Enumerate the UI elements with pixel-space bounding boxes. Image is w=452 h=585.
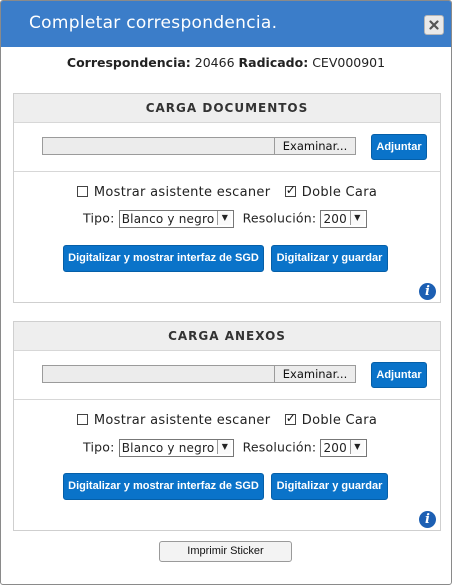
documentos-show-scanner-label: Mostrar asistente escaner — [93, 185, 271, 200]
chevron-down-icon: ▼ — [217, 440, 232, 454]
anexos-show-scanner-checkbox[interactable] — [76, 414, 88, 425]
correspondencia-value: 20466 — [194, 55, 235, 70]
anexos-browse-button[interactable]: Examinar... — [274, 365, 356, 383]
radicado-label: Radicado: — [238, 55, 309, 70]
documentos-panel: CARGA DOCUMENTOS Examinar... Adjuntar Mo… — [13, 93, 441, 303]
anexos-panel: CARGA ANEXOS Examinar... Adjuntar Mostra… — [13, 321, 441, 531]
anexos-show-scanner-label: Mostrar asistente escaner — [93, 413, 271, 428]
documentos-file-input[interactable] — [42, 137, 276, 155]
radicado-value: CEV000901 — [312, 55, 386, 70]
documentos-tipo-select[interactable]: Blanco y negro ▼ — [118, 210, 235, 228]
dialog: Completar correspondencia. Correspondenc… — [0, 0, 452, 585]
documentos-tipo-value: Blanco y negro — [121, 212, 215, 226]
documentos-scan-save-button[interactable]: Digitalizar y guardar — [271, 245, 388, 272]
documentos-resolucion-value: 200 — [323, 212, 347, 226]
documentos-browse-button[interactable]: Examinar... — [274, 137, 356, 155]
documentos-header: CARGA DOCUMENTOS — [14, 94, 440, 123]
anexos-tipo-label: Tipo: — [83, 439, 115, 455]
documentos-scan-show-button[interactable]: Digitalizar y mostrar interfaz de SGD — [63, 245, 264, 272]
documentos-resolucion-label: Resolución: — [242, 210, 317, 226]
anexos-resolucion-select[interactable]: 200 ▼ — [320, 439, 367, 457]
anexos-tipo-value: Blanco y negro — [121, 441, 215, 455]
anexos-resolucion-value: 200 — [323, 441, 347, 455]
anexos-settings-row: Tipo: Blanco y negro ▼ Resolución: 200 ▼ — [14, 439, 440, 457]
anexos-scan-show-button[interactable]: Digitalizar y mostrar interfaz de SGD — [63, 473, 264, 500]
anexos-info-icon[interactable]: i — [419, 511, 436, 528]
documentos-tipo-label: Tipo: — [83, 210, 115, 226]
chevron-down-icon: ▼ — [349, 440, 364, 454]
dialog-titlebar[interactable]: Completar correspondencia. — [1, 1, 451, 47]
print-sticker-button[interactable]: Imprimir Sticker — [159, 541, 292, 562]
dialog-title: Completar correspondencia. — [29, 13, 278, 33]
documentos-show-scanner-checkbox[interactable] — [76, 186, 88, 197]
anexos-double-side-checkbox[interactable] — [284, 411, 296, 425]
anexos-attach-button[interactable]: Adjuntar — [371, 362, 427, 388]
anexos-options-row: Mostrar asistente escaner Doble Cara — [14, 411, 440, 428]
anexos-tipo-select[interactable]: Blanco y negro ▼ — [118, 439, 235, 457]
documentos-attach-button[interactable]: Adjuntar — [371, 134, 427, 160]
close-button[interactable] — [424, 15, 444, 35]
anexos-divider — [14, 399, 440, 400]
close-icon — [429, 20, 439, 30]
documentos-double-side-label: Doble Cara — [301, 185, 378, 200]
chevron-down-icon: ▼ — [217, 211, 232, 225]
documentos-options-row: Mostrar asistente escaner Doble Cara — [14, 183, 440, 200]
documentos-divider — [14, 171, 440, 172]
anexos-file-input[interactable] — [42, 365, 276, 383]
chevron-down-icon: ▼ — [349, 211, 364, 225]
correspondencia-label: Correspondencia: — [66, 55, 191, 70]
documentos-double-side-checkbox[interactable] — [284, 183, 296, 197]
documentos-settings-row: Tipo: Blanco y negro ▼ Resolución: 200 ▼ — [14, 210, 440, 228]
anexos-scan-save-button[interactable]: Digitalizar y guardar — [271, 473, 388, 500]
documentos-info-icon[interactable]: i — [419, 283, 436, 300]
anexos-double-side-label: Doble Cara — [301, 413, 378, 428]
anexos-header: CARGA ANEXOS — [14, 322, 440, 351]
documentos-resolucion-select[interactable]: 200 ▼ — [320, 210, 367, 228]
correspondence-info: Correspondencia: 20466 Radicado: CEV0009… — [1, 55, 451, 70]
anexos-resolucion-label: Resolución: — [242, 439, 317, 455]
